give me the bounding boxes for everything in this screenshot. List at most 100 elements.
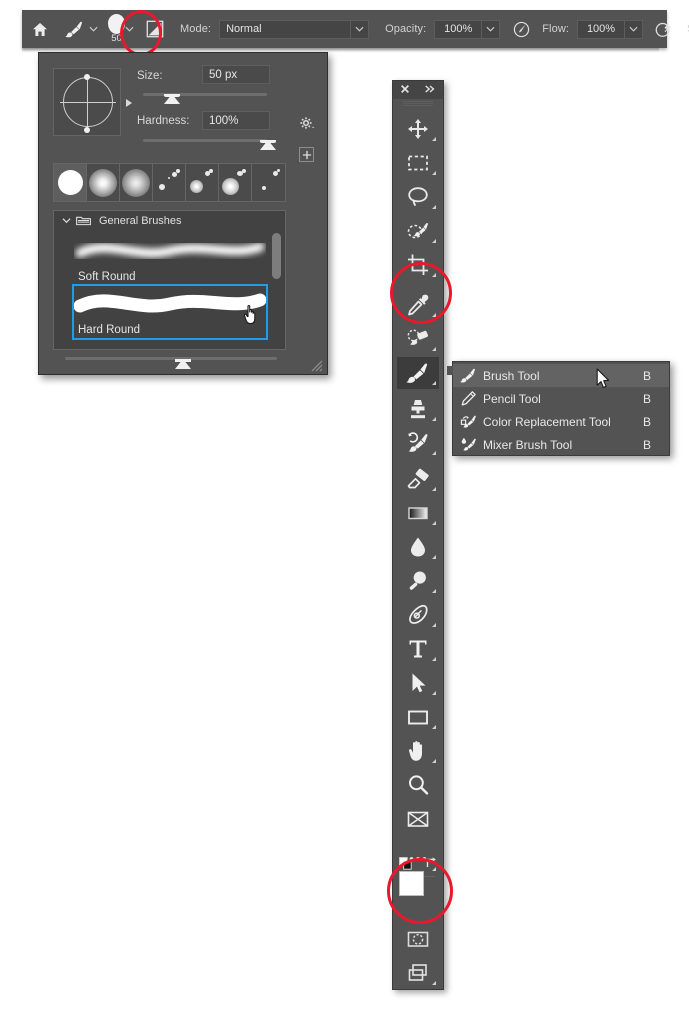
menu-item-color-replacement-tool[interactable]: Color Replacement Tool B (453, 410, 669, 433)
sidebar-item-spot-healing-brush-tool[interactable] (397, 323, 439, 355)
sidebar-item-zoom-tool[interactable] (397, 769, 439, 801)
eyedropper-icon (408, 294, 429, 316)
close-icon[interactable] (400, 81, 410, 99)
menu-item-brush-tool[interactable]: Brush Tool B (453, 364, 669, 387)
brush-tip-soft-round[interactable] (87, 164, 120, 201)
size-slider-track[interactable] (143, 93, 267, 96)
frame-icon (407, 811, 429, 827)
history-brush-icon (408, 432, 428, 452)
brush-item-hard-round[interactable]: Hard Round (72, 284, 268, 340)
hardness-slider-thumb[interactable] (260, 140, 276, 150)
home-button[interactable] (32, 10, 48, 48)
sidebar-item-path-selection-tool[interactable] (397, 667, 439, 699)
airbrush-toggle[interactable] (653, 10, 675, 48)
size-slider-thumb[interactable] (164, 94, 180, 104)
brush-tip-spatter-2[interactable] (186, 164, 219, 201)
brush-group-general-brushes[interactable]: General Brushes (54, 211, 285, 230)
opacity-select[interactable]: 100% (434, 19, 501, 39)
brush-tip-spatter-4[interactable] (252, 164, 285, 201)
sidebar-item-brush-tool[interactable] (397, 357, 439, 389)
mode-group: Mode: Normal (180, 10, 370, 48)
brush-preset-chevron-icon[interactable] (125, 21, 134, 38)
hardness-slider-track[interactable] (143, 139, 267, 142)
brush-angle-roundness-control[interactable] (53, 68, 132, 136)
angle-handle-top[interactable] (84, 74, 90, 80)
sidebar-item-type-tool[interactable] (397, 633, 439, 665)
brush-tool-flyout-menu: Brush Tool B Pencil Tool B Color Replace… (447, 361, 670, 456)
screen-mode-button[interactable] (397, 957, 439, 989)
menu-item-pencil-tool[interactable]: Pencil Tool B (453, 387, 669, 410)
submenu-indicator (432, 171, 436, 175)
brush-panel-bottom-slider-track[interactable] (65, 357, 277, 360)
flow-chevron-icon[interactable] (624, 20, 642, 38)
opacity-chevron-icon[interactable] (481, 20, 499, 38)
panel-resize-grip[interactable] (311, 359, 323, 372)
brush-list-scrollbar[interactable] (272, 233, 281, 279)
submenu-indicator (432, 589, 436, 593)
rectangle-icon (408, 710, 428, 725)
sidebar-item-blur-tool[interactable] (397, 531, 439, 563)
brush-tip-spatter-3[interactable] (219, 164, 252, 201)
sidebar-item-pen-tool[interactable] (397, 599, 439, 631)
brush-settings-panel-button[interactable] (144, 10, 166, 48)
brush-icon (453, 364, 483, 387)
swap-colors-icon[interactable] (425, 856, 438, 869)
hardness-input[interactable]: 100% (202, 111, 270, 130)
toolbar-drag-grip[interactable] (403, 101, 433, 106)
menu-item-mixer-brush-tool[interactable]: Mixer Brush Tool B (453, 433, 669, 456)
mode-value: Normal (226, 22, 262, 35)
size-input[interactable]: 50 px (202, 65, 270, 84)
sidebar-item-hand-tool[interactable] (397, 735, 439, 767)
submenu-indicator (432, 451, 436, 455)
tool-preset-chevron-icon[interactable] (86, 21, 100, 38)
sidebar-item-gradient-tool[interactable] (397, 497, 439, 529)
sidebar-item-move-tool[interactable] (397, 113, 439, 145)
tools-panel (392, 80, 444, 990)
quick-mask-button[interactable] (397, 923, 439, 955)
mixer-brush-icon (453, 433, 483, 456)
foreground-color-swatch[interactable] (399, 871, 424, 896)
menu-item-label: Pencil Tool (483, 391, 541, 406)
brush-tip-soft-round-pressure[interactable] (120, 164, 153, 201)
sidebar-item-eyedropper-tool[interactable] (397, 289, 439, 321)
submenu-indicator (432, 205, 436, 209)
sidebar-item-rectangle-tool[interactable] (397, 701, 439, 733)
mode-chevron-icon[interactable] (350, 20, 368, 38)
sidebar-item-eraser-tool[interactable] (397, 463, 439, 495)
gear-icon (300, 117, 315, 129)
flow-select[interactable]: 100% (577, 19, 644, 39)
sidebar-item-crop-tool[interactable] (397, 249, 439, 281)
sidebar-item-frame-tool[interactable] (397, 803, 439, 835)
brush-panel-bottom-slider-thumb[interactable] (175, 359, 191, 369)
photoshop-screenshot: 50 Mode: Normal Opacity: 100% Flow: 100%… (0, 0, 689, 1024)
chevron-down-icon[interactable] (62, 217, 74, 224)
brush-item-label: Soft Round (78, 271, 136, 283)
opacity-pressure-toggle[interactable] (510, 10, 532, 48)
hand-icon (408, 741, 422, 761)
angle-handle-bottom[interactable] (84, 127, 90, 133)
object-selection-icon (407, 222, 428, 239)
sidebar-item-clone-stamp-tool[interactable] (397, 393, 439, 425)
angle-pointer-icon (126, 99, 132, 107)
brush-panel-menu-button[interactable] (298, 115, 316, 133)
menu-item-label: Brush Tool (483, 368, 540, 383)
create-new-preset-button[interactable] (299, 147, 314, 162)
submenu-indicator (432, 313, 436, 317)
mode-select[interactable]: Normal (219, 19, 370, 39)
crop-icon (408, 254, 428, 275)
brush-item-soft-round[interactable]: Soft Round (74, 233, 266, 285)
submenu-indicator (432, 137, 436, 141)
sidebar-item-object-selection-tool[interactable] (397, 215, 439, 247)
move-icon (408, 119, 428, 139)
brush-tip-hard-round[interactable] (54, 164, 87, 201)
sidebar-item-dodge-tool[interactable] (397, 565, 439, 597)
brush-tip-spatter-1[interactable] (153, 164, 186, 201)
sidebar-item-lasso-tool[interactable] (397, 181, 439, 213)
current-tool-brush-button[interactable] (62, 10, 100, 48)
double-chevron-right-icon[interactable] (424, 81, 436, 99)
sidebar-item-rectangular-marquee-tool[interactable] (397, 147, 439, 179)
default-colors-icon[interactable] (399, 857, 412, 870)
sidebar-item-history-brush-tool[interactable] (397, 427, 439, 459)
brush-preset-picker-button[interactable]: 50 (108, 12, 125, 46)
magnifier-icon (408, 775, 429, 795)
